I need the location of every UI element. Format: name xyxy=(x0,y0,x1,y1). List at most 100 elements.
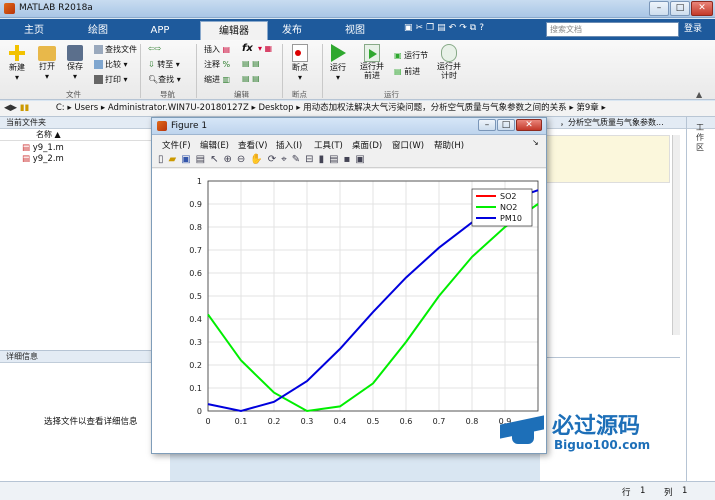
open-file-icon[interactable]: ▰ xyxy=(169,154,182,165)
ribbon-separator xyxy=(140,44,141,98)
breakpoints-button[interactable]: 断点 ▾ xyxy=(292,44,308,82)
figure-maximize-button[interactable]: □ xyxy=(497,119,515,131)
print-button[interactable]: 打印 ▾ xyxy=(94,74,128,85)
maximize-button[interactable]: □ xyxy=(670,1,690,16)
dock-arrow-icon[interactable]: ↘ xyxy=(532,138,539,147)
menu-view[interactable]: 查看(V) xyxy=(238,139,267,151)
x-tick-label: 0 xyxy=(205,417,210,426)
figure-close-button[interactable]: ✕ xyxy=(516,119,542,131)
app-title: MATLAB R2018a xyxy=(19,3,93,13)
tab-publish[interactable]: 发布 xyxy=(268,21,316,40)
editor-scrollbar[interactable] xyxy=(672,135,680,335)
line-chart[interactable]: 0 0.1 0.2 0.3 0.4 0.5 0.6 0.7 0.8 0.9 1 0 0.1 0.2 0.3 0… xyxy=(152,169,546,453)
paste-quick-icon[interactable]: ▤ xyxy=(437,23,449,33)
comment-button[interactable]: 注释 % xyxy=(204,59,230,70)
file-item[interactable]: ▤ y9_2.m xyxy=(0,154,151,165)
menu-edit[interactable]: 编辑(E) xyxy=(200,139,229,151)
editor-highlight-region xyxy=(546,135,670,183)
legend-icon[interactable]: ▤ xyxy=(329,154,343,165)
hide-tools-icon[interactable]: ▪ xyxy=(344,154,356,165)
path-part[interactable]: Administrator.WIN7U-20180127Z xyxy=(108,103,249,113)
menu-file[interactable]: 文件(F) xyxy=(162,139,191,151)
copy-quick-icon[interactable]: ❐ xyxy=(426,23,437,33)
nav-arrows[interactable]: ⇦⇨ xyxy=(148,44,161,53)
search-input[interactable]: 搜索文档 xyxy=(546,22,679,37)
save-figure-icon[interactable]: ▣ xyxy=(181,154,195,165)
forward-icon[interactable]: ▶ xyxy=(11,103,18,113)
tab-plots[interactable]: 绘图 xyxy=(74,21,122,40)
pan-icon[interactable]: ✋ xyxy=(250,154,267,165)
row-label: 行 xyxy=(622,488,631,498)
rotate-icon[interactable]: ⟳ xyxy=(268,154,281,165)
indent-button[interactable]: 缩进 ▥ xyxy=(204,74,230,85)
browse-folder-icon[interactable]: ▮ xyxy=(24,103,29,113)
pointer-icon[interactable]: ↖ xyxy=(210,154,223,165)
y-tick-label: 0.8 xyxy=(189,223,202,232)
collapse-ribbon-icon[interactable]: ▲ xyxy=(696,90,702,99)
folder-icon xyxy=(38,46,56,61)
path-part[interactable]: 第9章 xyxy=(576,103,598,113)
menu-tools[interactable]: 工具(T) xyxy=(314,139,343,151)
figure-window: Figure 1 – □ ✕ 文件(F) 编辑(E) 查看(V) 插入(I) 工… xyxy=(151,117,547,454)
save-button[interactable]: 保存 ▾ xyxy=(67,44,83,81)
new-button[interactable]: 新建 ▾ xyxy=(8,44,26,82)
y-tick-label: 0.3 xyxy=(189,338,202,347)
insert-button[interactable]: 插入 ▤ xyxy=(204,44,230,55)
group-edit-label: 编辑 xyxy=(234,90,249,99)
save-quick-icon[interactable]: ▣ xyxy=(404,23,416,33)
compare-button[interactable]: 比较 ▾ xyxy=(94,59,128,70)
open-button[interactable]: 打开 ▾ xyxy=(38,44,56,81)
menu-insert[interactable]: 插入(I) xyxy=(276,139,302,151)
menu-help[interactable]: 帮助(H) xyxy=(434,139,464,151)
goto-button[interactable]: ⇩ 转至 ▾ xyxy=(148,59,180,70)
switch-windows-icon[interactable]: ⧉ xyxy=(470,23,479,33)
find-button[interactable]: 🔍︎查找 ▾ xyxy=(148,74,181,85)
path-part[interactable]: 用动态加权法解决大气污染问题，分析空气质量与气象参数之间的关系 xyxy=(303,103,567,113)
tab-editor[interactable]: 编辑器 xyxy=(200,21,268,40)
indent-tools-icon[interactable]: ▤ ▤ xyxy=(242,74,260,83)
run-advance-button[interactable]: 运行并 前进 xyxy=(360,44,384,80)
advance-button[interactable]: ▤ 前进 xyxy=(394,66,420,77)
cut-quick-icon[interactable]: ✂ xyxy=(416,23,427,33)
workspace-side-tab[interactable]: 工作区 xyxy=(696,123,708,183)
brush-icon[interactable]: ✎ xyxy=(292,154,305,165)
comment-tools-icon[interactable]: ▤ ▤ xyxy=(242,59,260,68)
tab-apps[interactable]: APP xyxy=(136,21,184,40)
figure-logo-icon xyxy=(157,121,167,131)
address-bar[interactable]: ◀▶ ▮▮ C: ▸ Users ▸ Administrator.WIN7U-2… xyxy=(0,101,715,117)
editor-tab-title[interactable]: ，分析空气质量与气象参数... xyxy=(540,117,715,129)
menu-desktop[interactable]: 桌面(D) xyxy=(352,139,382,151)
x-tick-label: 0.7 xyxy=(433,417,446,426)
name-column-header[interactable]: 名称 ▲ xyxy=(0,129,151,141)
close-button[interactable]: ✕ xyxy=(691,1,713,16)
find-files-button[interactable]: 查找文件 xyxy=(94,44,137,55)
figure-title-bar[interactable]: Figure 1 – □ ✕ xyxy=(152,118,546,135)
path-part[interactable]: Desktop xyxy=(258,103,293,113)
y-tick-label: 0.1 xyxy=(189,384,202,393)
run-time-button[interactable]: 运行并 计时 xyxy=(437,44,461,80)
sign-in-link[interactable]: 登录 xyxy=(684,21,702,38)
path-part[interactable]: C: xyxy=(56,103,65,113)
path-part[interactable]: Users xyxy=(74,103,98,113)
new-figure-icon[interactable]: ▯ xyxy=(158,154,169,165)
show-tools-icon[interactable]: ▣ xyxy=(355,154,369,165)
zoom-out-icon[interactable]: ⊖ xyxy=(237,154,250,165)
run-button[interactable]: 运行 ▾ xyxy=(330,44,346,82)
colorbar-icon[interactable]: ▮ xyxy=(319,154,330,165)
minimize-button[interactable]: – xyxy=(649,1,669,16)
data-cursor-icon[interactable]: ⌖ xyxy=(281,154,292,165)
file-item[interactable]: ▤ y9_1.m xyxy=(0,143,151,154)
menu-window[interactable]: 窗口(W) xyxy=(392,139,424,151)
zoom-in-icon[interactable]: ⊕ xyxy=(224,154,237,165)
redo-icon[interactable]: ↷ xyxy=(459,23,470,33)
run-section-button[interactable]: ▣ 运行节 xyxy=(394,50,428,61)
edit-tool-icon[interactable]: ▾ ▦ xyxy=(258,44,272,53)
print-figure-icon[interactable]: ▤ xyxy=(196,154,210,165)
help-icon[interactable]: ? xyxy=(479,23,487,33)
figure-minimize-button[interactable]: – xyxy=(478,119,496,131)
link-icon[interactable]: ⊟ xyxy=(305,154,318,165)
tab-view[interactable]: 视图 xyxy=(331,21,379,40)
tab-home[interactable]: 主页 xyxy=(10,21,58,40)
undo-icon[interactable]: ↶ xyxy=(449,23,460,33)
fx-icon[interactable]: fx xyxy=(242,43,253,54)
